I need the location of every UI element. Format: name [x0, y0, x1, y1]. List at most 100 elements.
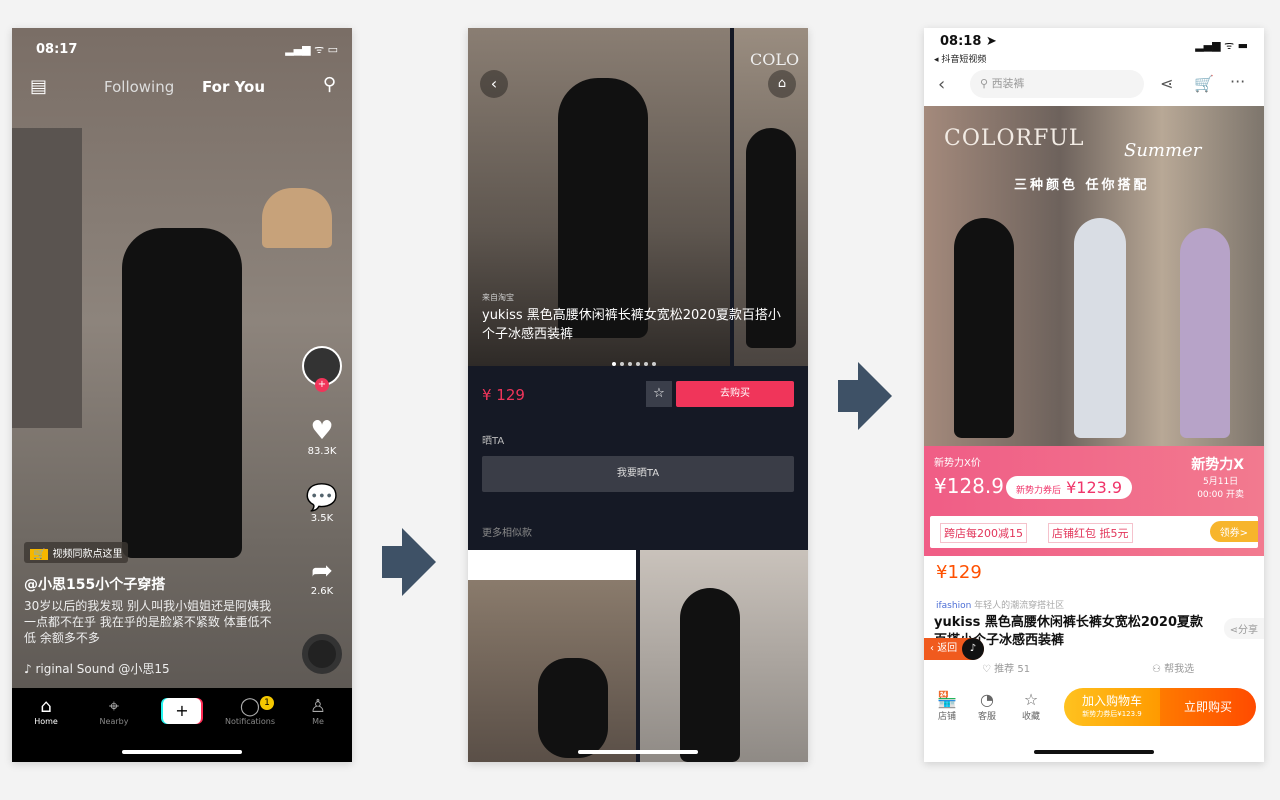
coupon-price-label: 新势力券后	[1016, 486, 1062, 496]
product-model	[558, 78, 648, 338]
nav-notifications[interactable]: ◯ 1 Notifications	[220, 696, 280, 726]
coupon-tag[interactable]: 店铺红包 抵5元	[1048, 523, 1133, 543]
more-icon[interactable]: ···	[1230, 72, 1245, 91]
home-indicator	[122, 750, 242, 754]
share-button[interactable]: ➦ 2.6K	[302, 556, 342, 597]
nav-me[interactable]: ♙ Me	[288, 696, 348, 726]
hat-display	[262, 188, 332, 248]
nav-nearby[interactable]: ⌖ Nearby	[84, 696, 144, 726]
comment-icon: 💬	[305, 483, 339, 513]
promo-date: 5月11日	[1203, 477, 1239, 487]
username[interactable]: @小思155小个子穿搭	[24, 574, 165, 594]
share-count: 2.6K	[310, 586, 334, 597]
section-more-label: 更多相似款	[482, 528, 532, 539]
share-arrow-icon: ➦	[311, 556, 333, 586]
tab-for-you[interactable]: For You	[202, 78, 265, 96]
show-it-button[interactable]: 我要晒TA	[482, 456, 794, 492]
source-label: 来自淘宝	[482, 293, 514, 302]
nav-label: Nearby	[99, 717, 129, 726]
add-to-cart-label: 加入购物车	[1081, 694, 1142, 708]
follow-plus-icon[interactable]: +	[315, 378, 329, 392]
promo-schedule: 5月11日 00:00 开卖	[1197, 474, 1244, 500]
recommend-label: 推荐 51	[994, 664, 1031, 675]
return-to-tiktok-button[interactable]: ‹ 返回 ♪	[924, 638, 984, 660]
tiktok-feed-screen: 08:17 ▂▄▆ ᯤ ▭ ▤ Following For You ⚲ + ♥ 8…	[12, 28, 352, 762]
coupon-price: ¥123.9	[1066, 478, 1123, 497]
price: ¥ 129	[482, 386, 525, 404]
buy-now-button[interactable]: 立即购买	[1160, 688, 1256, 726]
create-button[interactable]: +	[152, 698, 212, 724]
recommend-button[interactable]: ♡ 推荐 51	[982, 660, 1030, 675]
share-icon[interactable]: ⋖	[1160, 74, 1173, 93]
plus-icon: +	[163, 698, 201, 724]
back-to-app-link[interactable]: ◂ 抖音短视频	[934, 52, 986, 65]
help-choose-label: 帮我选	[1164, 664, 1195, 675]
search-placeholder: 西装裤	[991, 77, 1025, 90]
tab-following[interactable]: Following	[104, 78, 174, 96]
promo-banner: 新势力X价 ¥128.9 新势力券后 ¥123.9 新势力X 5月11日 00:0…	[924, 446, 1264, 556]
coupon-price-pill: 新势力券后 ¥123.9	[1006, 476, 1133, 499]
price: ¥129	[936, 562, 982, 583]
help-choose-button[interactable]: ⚇ 帮我选	[1152, 660, 1194, 675]
banner-subtitle: 三种颜色 任你搭配	[1014, 178, 1150, 193]
return-label: 返回	[937, 643, 958, 654]
banner-text: COLO	[750, 50, 800, 69]
brand-slogan: 年轻人的潮流穿搭社区	[974, 601, 1065, 611]
sound-label[interactable]: ♪ riginal Sound @小思15	[24, 660, 170, 677]
notification-badge: 1	[260, 696, 274, 710]
brand-logo: ifashion	[936, 601, 972, 611]
coupon-tag[interactable]: 跨店每200减15	[940, 523, 1027, 543]
cart-icon[interactable]: 🛒	[1194, 74, 1214, 93]
back-button[interactable]: ‹	[480, 70, 508, 98]
music-disc[interactable]	[302, 634, 342, 674]
brand-line: ifashion 年轻人的潮流穿搭社区	[936, 598, 1064, 611]
favorite-star-icon[interactable]: ☆	[646, 381, 672, 407]
service-button[interactable]: ◔ 客服	[972, 690, 1002, 722]
promo-price: ¥128.9	[934, 474, 1004, 498]
back-chevron-icon[interactable]: ‹	[938, 74, 945, 95]
product-model	[1180, 228, 1230, 438]
video-person	[122, 228, 242, 558]
carousel-dots[interactable]	[610, 351, 658, 370]
get-coupon-button[interactable]: 领券>	[1209, 521, 1258, 542]
home-icon: ⌂	[40, 696, 52, 717]
favorite-button[interactable]: ☆ 收藏	[1016, 690, 1046, 722]
search-input[interactable]: ⚲ 西装裤	[970, 70, 1144, 98]
add-to-cart-sub: 新势力券后¥123.9	[1082, 710, 1142, 718]
share-button[interactable]: ⋖分享	[1223, 618, 1264, 639]
cart-icon: 🛒	[30, 549, 49, 560]
buy-button[interactable]: 去购买	[676, 381, 794, 407]
location-icon: ⌖	[108, 696, 120, 717]
creator-avatar[interactable]: +	[302, 346, 342, 392]
caption: 30岁以后的我发现 别人叫我小姐姐还是阿姨我一点都不在乎 我在乎的是脸紧不紧致 …	[24, 599, 272, 645]
sound-text: riginal Sound @小思15	[35, 662, 170, 676]
shop-icon: 🏪	[937, 690, 957, 709]
home-indicator	[1034, 750, 1154, 754]
banner-title: COLORFUL	[944, 126, 1085, 151]
share-label: 分享	[1238, 625, 1258, 636]
tiktok-logo-icon: ♪	[962, 638, 984, 660]
star-icon: ☆	[1023, 690, 1039, 709]
shop-button[interactable]: 🏪 店铺	[932, 690, 962, 722]
product-model	[1074, 218, 1126, 438]
banner-script: Summer	[1124, 140, 1202, 161]
shop-tag[interactable]: 🛒 视频同款点这里	[24, 542, 129, 563]
status-icons: ▂▄▆ ᯤ ▬	[1195, 39, 1248, 52]
product-model	[954, 218, 1014, 438]
comment-button[interactable]: 💬 3.5K	[302, 483, 342, 524]
similar-model	[680, 588, 740, 762]
home-indicator	[578, 750, 698, 754]
nav-label: Home	[34, 717, 58, 726]
similar-model	[538, 658, 608, 758]
service-icon: ◔	[980, 690, 994, 709]
search-icon[interactable]: ⚲	[323, 74, 336, 95]
taobao-product-screen: 08:18 ➤ ◂ 抖音短视频 ▂▄▆ ᯤ ▬ ‹ ⚲ 西装裤 ⋖ 🛒 ··· …	[924, 28, 1264, 762]
status-icons: ▂▄▆ ᯤ ▭	[285, 43, 338, 56]
live-icon[interactable]: ▤	[30, 76, 47, 97]
service-label: 客服	[977, 712, 996, 722]
store-icon[interactable]: ⌂	[768, 70, 796, 98]
nav-home[interactable]: ⌂ Home	[16, 696, 76, 726]
like-button[interactable]: ♥ 83.3K	[302, 416, 342, 457]
add-to-cart-button[interactable]: 加入购物车新势力券后¥123.9	[1064, 688, 1160, 726]
promo-label: 新势力X价	[934, 458, 981, 469]
